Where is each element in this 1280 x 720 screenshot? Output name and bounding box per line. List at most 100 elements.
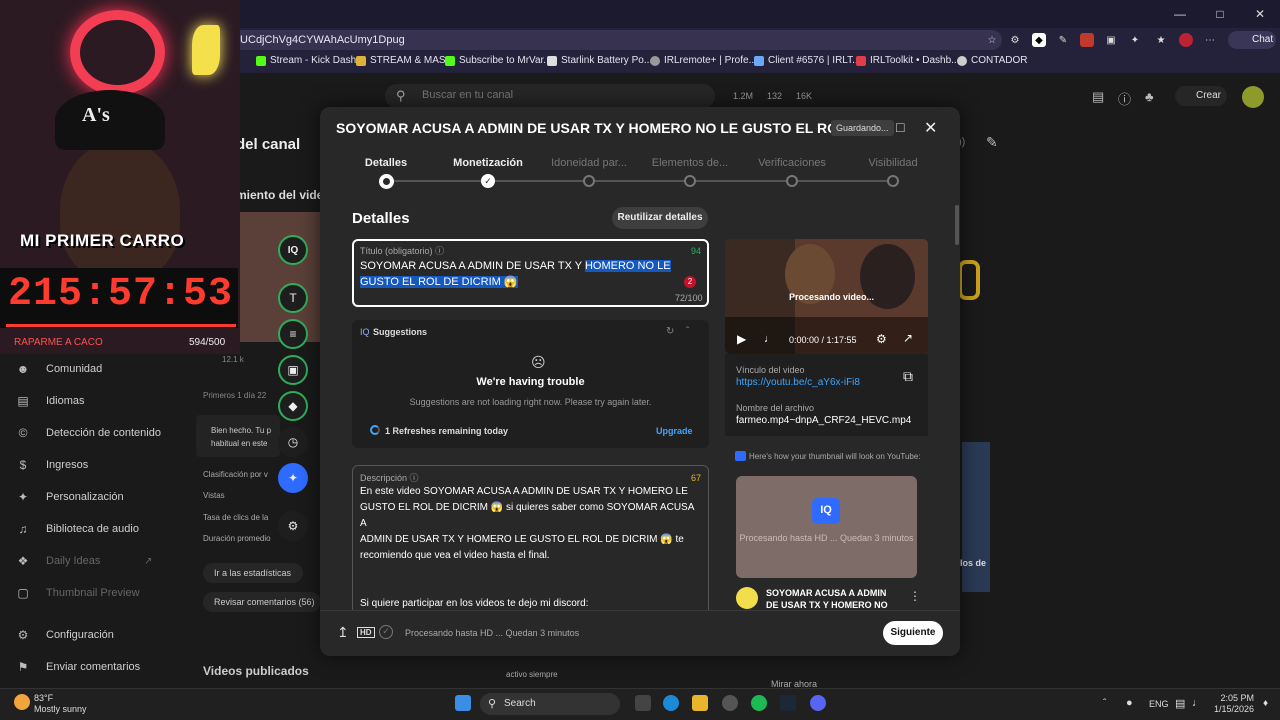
discord-icon[interactable]	[810, 695, 826, 711]
step-visibility[interactable]: Visibilidad	[843, 157, 943, 169]
start-icon[interactable]	[455, 695, 471, 711]
chevron-up-icon[interactable]: ˆ	[1103, 698, 1106, 709]
nav-item-audio-library[interactable]: ♫ Biblioteca de audio	[16, 522, 139, 536]
channel-avatar[interactable]	[1242, 86, 1264, 108]
step-checks[interactable]: Verificaciones	[742, 157, 842, 169]
ai-tool-button[interactable]: ✦	[278, 463, 308, 493]
tags-tool-button[interactable]: ◆	[278, 391, 308, 421]
notifications-icon[interactable]: ♣	[1145, 89, 1154, 104]
help-icon[interactable]: ⓘ	[410, 473, 419, 483]
bookmark[interactable]: IRLToolkit • Dashb...	[856, 55, 959, 66]
notifications-icon[interactable]: ♦	[1263, 698, 1268, 709]
description-label-text: Descripción	[360, 473, 408, 483]
refresh-icon[interactable]: ↻	[666, 326, 674, 337]
nav-item-languages[interactable]: ▤ Idiomas	[16, 394, 84, 408]
weather-widget[interactable]: 83°F Mostly sunny	[34, 693, 87, 715]
bookmark[interactable]: Starlink Battery Po...	[547, 55, 652, 66]
description-text[interactable]: En este video SOYOMAR ACUSA A ADMIN DE U…	[360, 484, 698, 628]
captions-icon[interactable]: ▤	[1092, 89, 1104, 105]
description-tool-button[interactable]: ≡	[278, 319, 308, 349]
nav-item-thumbnail-preview[interactable]: ▢ Thumbnail Preview	[16, 586, 139, 600]
bookmark[interactable]: Subscribe to MrVar...	[445, 55, 552, 66]
step-monetization[interactable]: Monetización	[438, 157, 538, 169]
help-icon[interactable]: ⓘ	[1118, 89, 1131, 108]
language-indicator[interactable]: ENG	[1149, 699, 1169, 709]
copy-icon[interactable]: ⧉	[903, 368, 913, 385]
extension-icon[interactable]: ⚙	[1008, 33, 1022, 47]
help-icon[interactable]: ⓘ	[435, 246, 444, 256]
video-thumbnail[interactable]	[236, 212, 320, 342]
copilot-button[interactable]: Chat	[1228, 31, 1276, 49]
nav-item-daily-ideas[interactable]: ❖ Daily Ideas	[16, 554, 101, 568]
upgrade-link[interactable]: Upgrade	[656, 426, 693, 436]
go-to-stats-button[interactable]: Ir a las estadísticas	[203, 563, 303, 583]
play-icon[interactable]: ▶	[737, 332, 746, 346]
next-button[interactable]: Siguiente	[883, 621, 943, 645]
video-link[interactable]: https://youtu.be/c_aY6x-iFi8	[736, 377, 860, 388]
favorites-icon[interactable]: ★	[1154, 33, 1168, 47]
channel-search-input[interactable]: Buscar en tu canal	[385, 84, 715, 108]
bookmark[interactable]: IRLremote+ | Profe...	[650, 55, 757, 66]
step-suitability[interactable]: Idoneidad par...	[539, 157, 639, 169]
microphone-icon[interactable]: ●	[1126, 697, 1133, 709]
edit-icon[interactable]: ✎	[986, 134, 998, 151]
text-tool-button[interactable]: T	[278, 283, 308, 313]
steam-icon[interactable]	[780, 695, 796, 711]
image-tool-button[interactable]: ▣	[278, 355, 308, 385]
nav-item-community[interactable]: ☻ Comunidad	[16, 362, 103, 376]
favorite-star-icon[interactable]: ☆	[985, 33, 999, 47]
cap-logo: A's	[82, 104, 110, 126]
gear-icon[interactable]: ⚙	[876, 332, 887, 346]
extension-icon[interactable]	[1080, 33, 1094, 47]
close-icon[interactable]: ✕	[924, 118, 937, 138]
spotify-icon[interactable]	[751, 695, 767, 711]
task-view-icon[interactable]	[635, 695, 651, 711]
step-details[interactable]: Detalles	[336, 157, 436, 169]
minimize-icon[interactable]: —	[1160, 0, 1200, 28]
profile-avatar[interactable]	[1179, 33, 1193, 47]
extension-icon[interactable]: ✎	[1056, 33, 1070, 47]
settings-tool-button[interactable]: ⚙	[278, 511, 308, 541]
app-icon[interactable]	[722, 695, 738, 711]
volume-icon[interactable]: ♩	[764, 333, 775, 345]
reuse-details-button[interactable]: Reutilizar detalles	[612, 207, 708, 229]
nav-item-customization[interactable]: ✦ Personalización	[16, 490, 124, 504]
description-score: 67	[691, 473, 702, 483]
extension-icon[interactable]: ▣	[1104, 33, 1118, 47]
extension-icon[interactable]: ◆	[1032, 33, 1046, 47]
close-window-icon[interactable]: ✕	[1240, 0, 1280, 28]
dollar-icon: $	[19, 458, 27, 472]
maximize-icon[interactable]: □	[1200, 0, 1240, 28]
scrollbar[interactable]	[955, 205, 959, 245]
file-explorer-icon[interactable]	[692, 695, 708, 711]
feedback-icon[interactable]: □	[896, 119, 904, 135]
more-icon[interactable]: ⋯	[1203, 33, 1217, 47]
clock[interactable]: 2:05 PM 1/15/2026	[1214, 693, 1254, 715]
chevron-up-icon[interactable]: ˆ	[686, 326, 689, 337]
clock-tool-button[interactable]: ◷	[278, 427, 308, 457]
url-field[interactable]: /UCdjChVg4CYWAhAcUmy1Dpug	[229, 30, 1002, 50]
edge-icon[interactable]	[663, 695, 679, 711]
create-button[interactable]: Crear	[1175, 86, 1227, 106]
weather-icon	[14, 694, 30, 710]
bookmark[interactable]: CONTADOR	[957, 55, 1027, 66]
nav-item-content-detection[interactable]: © Detección de contenido	[16, 426, 161, 440]
fullscreen-icon[interactable]: ↗	[903, 331, 913, 345]
nav-item-settings[interactable]: ⚙ Configuración	[16, 628, 114, 642]
more-vert-icon[interactable]: ⋮	[909, 589, 921, 603]
step-elements[interactable]: Elementos de...	[640, 157, 740, 169]
nav-item-feedback[interactable]: ⚑ Enviar comentarios	[16, 660, 141, 674]
bookmark[interactable]: Client #6576 | IRLT...	[754, 55, 860, 66]
puzzle-icon[interactable]: ✦	[1128, 33, 1142, 47]
review-comments-button[interactable]: Revisar comentarios (56)	[203, 592, 321, 612]
taskbar-search[interactable]: Search	[480, 693, 620, 715]
title-text[interactable]: SOYOMAR ACUSA A ADMIN DE USAR TX Y HOMER…	[360, 258, 698, 290]
nav-item-earnings[interactable]: $ Ingresos	[16, 458, 89, 472]
period-label: Primeros 1 día 22	[203, 391, 267, 400]
network-icon[interactable]: ▤	[1175, 697, 1185, 710]
iq-tool-button[interactable]: IQ	[278, 235, 308, 265]
bookmark[interactable]: Stream - Kick Dash...	[256, 55, 364, 66]
bookmark[interactable]: STREAM & MAS	[356, 55, 446, 66]
window-controls: — □ ✕	[1160, 0, 1280, 28]
volume-icon[interactable]: ♩	[1192, 697, 1203, 709]
